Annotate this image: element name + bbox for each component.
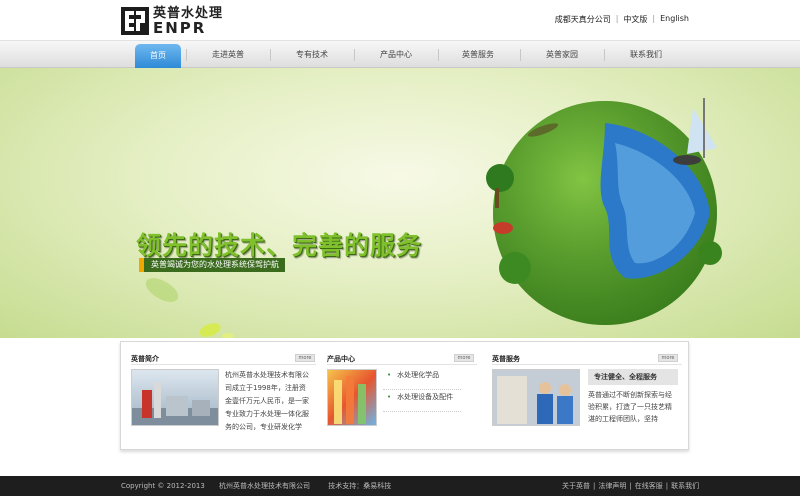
section-rule	[131, 364, 316, 365]
chemical-bottles-image-icon	[334, 376, 366, 424]
products-more-button[interactable]: more	[454, 354, 474, 362]
footer: Copyright © 2012-2013 杭州英普水处理技术有限公司 技术支持…	[0, 476, 800, 496]
nav-item-services[interactable]: 英普服务	[452, 41, 504, 68]
service-thumbnail[interactable]	[492, 369, 580, 426]
footer-link-separator: |	[665, 482, 669, 490]
content-panel: 英普简介 more 杭州英普水处理技术有限公司成立于1998年，注册资金壹仟万元…	[120, 341, 689, 450]
top-link-separator: |	[615, 14, 619, 23]
footer-link-contact[interactable]: 联系我们	[671, 476, 699, 496]
logo[interactable]: 英普水处理 ENPR	[121, 6, 223, 36]
footer-info: Copyright © 2012-2013 杭州英普水处理技术有限公司 技术支持…	[121, 476, 391, 496]
service-section: 英普服务 more 专注健全、全程服务 英普通过不断创新探索与经验积累，打造了一…	[492, 342, 682, 449]
products-list: • 水处理化学品 • 水处理设备及配件	[383, 368, 461, 412]
banner-slogan: 领先的技术、完善的服务	[136, 231, 423, 260]
green-globe-illustration	[486, 98, 722, 325]
about-thumbnail[interactable]	[131, 369, 219, 426]
footer-link-about[interactable]: 关于英普	[562, 476, 590, 496]
service-more-button[interactable]: more	[658, 354, 678, 362]
product-item-label: 水处理化学品	[397, 371, 440, 379]
factory-image-icon	[132, 382, 218, 425]
products-section: 产品中心 more • 水处理化学品 • 水处理设备及配件	[327, 342, 477, 449]
products-thumbnail[interactable]	[327, 369, 377, 426]
footer-company: 杭州英普水处理技术有限公司	[219, 482, 311, 490]
nav-item-community[interactable]: 英普家园	[536, 41, 588, 68]
main-nav: 首页 走进英普 专有技术 产品中心 英普服务 英普家园 联系我们	[0, 40, 800, 68]
products-title: 产品中心	[327, 355, 355, 363]
brand-en-name: ENPR	[153, 19, 207, 37]
top-link-branch[interactable]: 成都天真分公司	[555, 14, 611, 25]
logo-mark-icon	[121, 7, 149, 35]
top-link-chinese[interactable]: 中文版	[623, 14, 647, 25]
nav-item-about[interactable]: 走进英普	[202, 41, 254, 68]
footer-link-separator: |	[629, 482, 632, 490]
nav-divider	[270, 49, 271, 61]
footer-links: 关于英普 | 法律声明 | 在线客服 | 联系我们	[562, 476, 699, 496]
nav-item-products[interactable]: 产品中心	[370, 41, 422, 68]
bullet-icon: •	[387, 393, 392, 401]
nav-divider	[186, 49, 187, 61]
about-section: 英普简介 more 杭州英普水处理技术有限公司成立于1998年，注册资金壹仟万元…	[121, 342, 316, 449]
service-heading: 专注健全、全程服务	[588, 369, 678, 385]
footer-link-legal[interactable]: 法律声明	[598, 476, 626, 496]
header: 英普水处理 ENPR 成都天真分公司 | 中文版 | English	[0, 0, 800, 40]
about-title: 英普简介	[131, 355, 159, 363]
nav-divider	[354, 49, 355, 61]
nav-item-technology[interactable]: 专有技术	[286, 41, 338, 68]
about-text: 杭州英普水处理技术有限公司成立于1998年，注册资金壹仟万元人民币，是一家专业致…	[225, 371, 309, 431]
nav-divider	[604, 49, 605, 61]
about-more-button[interactable]: more	[295, 354, 315, 362]
engineers-image-icon	[493, 370, 579, 425]
list-item[interactable]: • 水处理设备及配件	[383, 390, 461, 412]
nav-item-contact[interactable]: 联系我们	[620, 41, 672, 68]
footer-link-support[interactable]: 在线客服	[635, 476, 663, 496]
nav-divider	[438, 49, 439, 61]
top-link-separator: |	[652, 14, 656, 23]
hero-banner[interactable]: 领先的技术、完善的服务 英普竭诚为您的水处理系统保驾护航	[0, 68, 800, 338]
section-rule	[492, 364, 682, 365]
nav-item-home[interactable]: 首页	[135, 44, 181, 68]
list-item[interactable]: • 水处理化学品	[383, 368, 461, 390]
service-text: 英普通过不断创新探索与经验积累，打造了一只技艺精湛的工程师团队，坚持	[588, 391, 672, 423]
floating-leaves-illustration	[145, 278, 234, 338]
banner-subslogan: 英普竭诚为您的水处理系统保驾护航	[139, 258, 285, 272]
top-links: 成都天真分公司 | 中文版 | English	[555, 14, 689, 25]
product-item-label: 水处理设备及配件	[397, 393, 454, 401]
footer-support: 技术支持：桑易科技	[328, 482, 392, 490]
footer-link-separator: |	[593, 482, 596, 490]
bullet-icon: •	[387, 371, 392, 379]
section-rule	[327, 364, 477, 365]
nav-divider	[520, 49, 521, 61]
top-link-english[interactable]: English	[660, 14, 689, 25]
footer-copyright: Copyright © 2012-2013	[121, 482, 205, 490]
service-title: 英普服务	[492, 355, 520, 363]
